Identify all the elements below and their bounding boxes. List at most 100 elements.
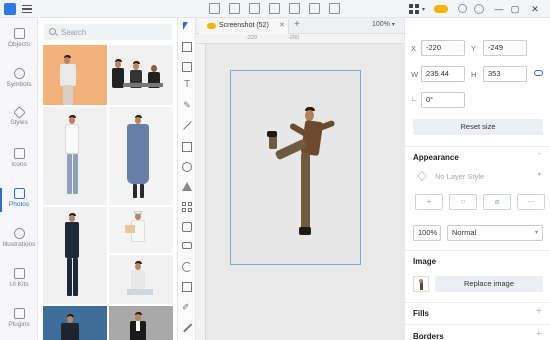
nav-item-illustrations[interactable]: Illustrations [0, 224, 38, 260]
illustrations-icon [13, 228, 25, 239]
grid-icon[interactable] [409, 4, 419, 14]
maximize-button[interactable]: ▢ [508, 2, 522, 16]
nav-item-photos[interactable]: Photos [0, 184, 38, 220]
height-field[interactable]: 353 [483, 66, 527, 82]
h-label: H [471, 70, 477, 79]
search-placeholder: Search [61, 28, 87, 37]
layers-tool-icon[interactable] [182, 282, 192, 292]
edit-style-icon[interactable]: ⌀ [483, 194, 511, 210]
align-middle-icon[interactable] [309, 3, 320, 14]
nav-item-objects[interactable]: Objects [0, 24, 38, 60]
add-style-button[interactable]: + [415, 194, 443, 210]
ellipse-tool-icon[interactable] [182, 162, 192, 172]
chevron-up-icon[interactable]: ⌃ [536, 152, 542, 160]
photos-panel: Search [38, 18, 178, 340]
crop-tool-icon[interactable] [182, 222, 192, 232]
photo-thumbnail[interactable] [43, 45, 107, 105]
rotate-tool-icon[interactable] [182, 262, 192, 272]
selected-image[interactable] [263, 103, 336, 243]
divider [405, 250, 550, 251]
text-tool-icon[interactable]: T [182, 80, 192, 90]
link-icon[interactable] [534, 70, 543, 76]
photo-thumbnail[interactable] [109, 45, 173, 105]
photo-thumbnail[interactable] [43, 207, 107, 304]
rectangle-tool-icon[interactable] [182, 142, 192, 152]
align-center-icon[interactable] [229, 3, 240, 14]
plugins-icon [13, 308, 25, 319]
select-tool-icon[interactable] [183, 22, 193, 30]
blend-mode-value: Normal [452, 228, 477, 237]
nav-item-styles[interactable]: Styles [0, 104, 38, 140]
triangle-tool-icon[interactable] [182, 182, 192, 191]
image-title: Image [413, 257, 437, 266]
minimize-button[interactable]: — [492, 2, 506, 16]
cloud-small-icon [207, 23, 216, 29]
align-bottom-icon[interactable] [329, 3, 340, 14]
close-button[interactable]: ✕ [528, 2, 542, 16]
tab-close-icon[interactable]: ✕ [279, 21, 285, 29]
divider [405, 146, 550, 147]
zoom-selector[interactable]: 100% ▾ [372, 21, 395, 28]
edit-tool-icon[interactable]: ✐ [182, 302, 192, 312]
photo-thumbnail[interactable] [43, 107, 107, 205]
search-input[interactable]: Search [44, 24, 172, 40]
width-field[interactable]: 235.44 [421, 66, 465, 82]
app-logo-icon[interactable] [4, 3, 16, 15]
nav-item-icons[interactable]: Icons [0, 144, 38, 180]
more-options-icon[interactable]: ⋯ [517, 194, 545, 210]
photo-thumbnail[interactable] [109, 306, 173, 340]
photos-icon [13, 188, 25, 199]
keyboard-tool-icon[interactable] [182, 242, 192, 249]
align-top-icon[interactable] [289, 3, 300, 14]
y-label: Y [471, 44, 477, 53]
x-field[interactable]: -220 [421, 40, 465, 56]
picker-tool-icon[interactable] [182, 322, 192, 333]
artboard[interactable] [230, 70, 361, 265]
nav-label: UI Kits [9, 281, 29, 288]
ui-kits-icon [13, 268, 25, 279]
opacity-field[interactable]: 100% [413, 225, 441, 241]
symbols-icon [13, 68, 25, 79]
y-field[interactable]: -249 [483, 40, 527, 56]
new-tab-button[interactable]: + [294, 19, 300, 30]
layer-style-select[interactable]: No Layer Style ▾ [413, 168, 543, 184]
pen-tool-icon[interactable]: ✎ [182, 100, 192, 110]
rotation-field[interactable]: 0° [421, 92, 465, 108]
add-fill-button[interactable]: + [536, 305, 542, 317]
align-right-icon[interactable] [249, 3, 260, 14]
detach-style-icon[interactable]: ○ [449, 194, 477, 210]
inspector-panel: X -220 Y -249 W 235.44 H 353 ∟ 0° Reset … [404, 18, 550, 340]
rotation-icon: ∟ [411, 96, 418, 103]
photo-thumbnail[interactable] [43, 306, 107, 340]
cloud-icon[interactable] [434, 5, 448, 13]
photo-thumbnail[interactable] [109, 255, 173, 304]
nav-label: Objects [7, 41, 31, 48]
align-left-icon[interactable] [209, 3, 220, 14]
image-tool-icon[interactable] [182, 62, 192, 72]
w-label: W [411, 70, 419, 79]
add-border-button[interactable]: + [536, 328, 542, 340]
nav-label: Photos [8, 201, 30, 208]
blend-mode-select[interactable]: Normal ▾ [447, 225, 543, 241]
reset-size-button[interactable]: Reset size [413, 119, 543, 135]
nav-item-plugins[interactable]: Plugins [0, 304, 38, 340]
component-tool-icon[interactable] [182, 202, 192, 212]
replace-image-button[interactable]: Replace image [435, 276, 543, 292]
user-icon[interactable] [474, 4, 484, 14]
bell-icon[interactable] [458, 4, 467, 13]
chevron-down-icon[interactable]: ▾ [422, 6, 425, 13]
tab-screenshot[interactable]: Screenshot (52) ✕ [199, 19, 289, 34]
photo-thumbnail[interactable] [109, 207, 173, 253]
nav-label: Symbols [6, 81, 32, 88]
image-preview[interactable] [413, 276, 429, 292]
menu-icon[interactable] [22, 5, 32, 13]
chevron-down-icon: ▾ [534, 230, 538, 236]
line-tool-icon[interactable] [182, 120, 192, 130]
photo-thumbnail[interactable] [109, 107, 173, 205]
distribute-icon[interactable] [269, 3, 280, 14]
left-navigation: Objects Symbols Styles Icons Photos Illu… [0, 18, 38, 340]
scale-tool-icon[interactable] [182, 42, 192, 52]
nav-item-ui-kits[interactable]: UI Kits [0, 264, 38, 300]
nav-label: Styles [10, 119, 28, 126]
nav-item-symbols[interactable]: Symbols [0, 64, 38, 100]
